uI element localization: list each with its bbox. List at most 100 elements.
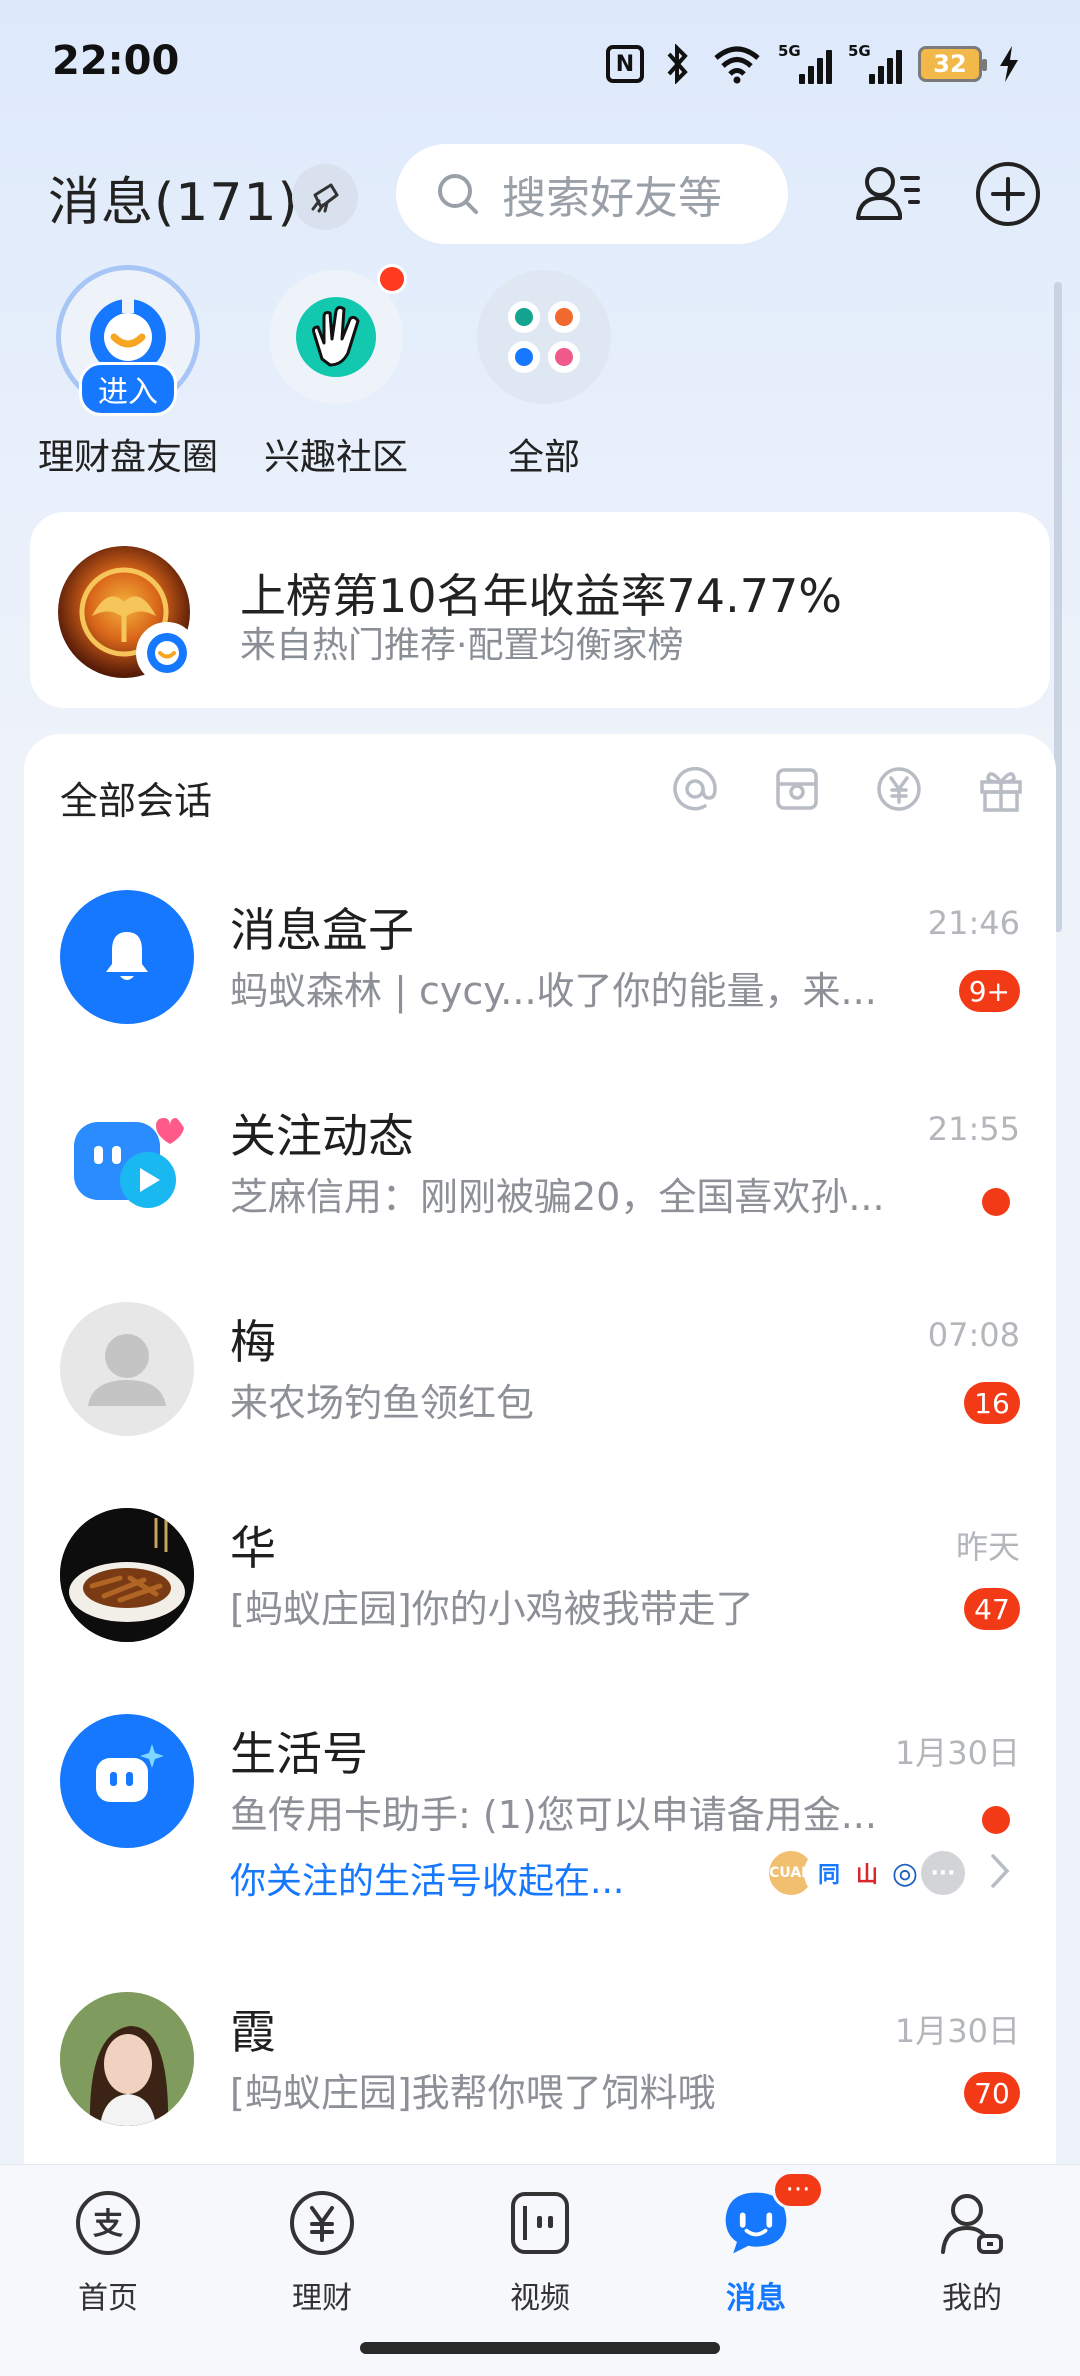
chevron-right-icon[interactable] [980, 1846, 1020, 1896]
messages-badge: ··· [772, 2171, 824, 2209]
video-icon [502, 2185, 578, 2261]
collapsed-accounts-link[interactable]: 你关注的生活号收起在... [230, 1852, 624, 1904]
conversation-item[interactable]: 生活号 1月30日 鱼传用卡助手: (1)您可以申请备用金... 你关注的生活号… [24, 1678, 1056, 1956]
promo-subtitle: 来自热门推荐·配置均衡家榜 [240, 625, 684, 666]
conversation-item[interactable]: 华 昨天 [蚂蚁庄园]你的小鸡被我带走了 47 [24, 1472, 1056, 1678]
ranking-promo-card[interactable]: 上榜第10名年收益率74.77% 来自热门推荐·配置均衡家榜 [30, 512, 1050, 708]
conversation-time: 07:08 [927, 1316, 1020, 1354]
svg-text:支: 支 [93, 2207, 123, 2242]
search-placeholder: 搜索好友等 [502, 173, 722, 224]
panel-title: 全部会话 [60, 779, 213, 823]
quick-app-all[interactable]: 全部 [444, 270, 644, 480]
default-user-icon [88, 1334, 166, 1406]
plus-circle-icon [976, 162, 1040, 226]
unread-badge: 70 [964, 2072, 1020, 2114]
avatar [60, 1096, 194, 1230]
panel-header: 全部会话 [24, 734, 1056, 854]
avatar [60, 1714, 194, 1848]
conversation-preview: 芝麻信用：刚刚被骗20，全国喜欢孙... [230, 1175, 885, 1219]
conversation-time: 21:46 [927, 904, 1020, 942]
all-apps-avatar [477, 270, 611, 404]
messages-icon: ··· [718, 2171, 824, 2261]
alipay-home-icon: 支 [70, 2185, 146, 2261]
follow-feed-icon [74, 1118, 184, 1208]
conversation-preview: 蚂蚁森林 | cycy...收了你的能量，来... [230, 969, 877, 1013]
unread-badge: 16 [964, 1382, 1020, 1424]
conversation-item[interactable]: 霞 1月30日 [蚂蚁庄园]我帮你喂了饲料哦 70 [24, 1956, 1056, 2162]
food-photo [60, 1508, 194, 1642]
tab-wealth[interactable]: 理财 [242, 2185, 402, 2317]
contacts-button[interactable] [848, 154, 928, 234]
tab-video[interactable]: 视频 [460, 2185, 620, 2317]
quick-app-label: 全部 [507, 437, 580, 478]
conversation-name: 消息盒子 [230, 903, 414, 957]
tab-label: 理财 [292, 2281, 352, 2316]
panel-filters [670, 764, 1026, 814]
signal-5g-icon: 5G [778, 42, 832, 86]
unread-badge: 9+ [958, 970, 1020, 1012]
status-time: 22:00 [52, 38, 180, 84]
hand-icon [296, 297, 376, 377]
wifi-icon [712, 44, 762, 84]
page-title: 消息(171) [48, 173, 299, 233]
conversation-preview: [蚂蚁庄园]我帮你喂了饲料哦 [230, 2071, 716, 2115]
at-icon [673, 766, 717, 811]
conversation-item[interactable]: 关注动态 21:55 芝麻信用：刚刚被骗20，全国喜欢孙... [24, 1060, 1056, 1266]
tab-label: 首页 [78, 2281, 138, 2316]
mention-filter-button[interactable] [670, 764, 720, 814]
yuan-icon [284, 2185, 360, 2261]
notification-dot [377, 264, 407, 294]
collapsed-account-icons: CUAN 同 山 ◎ ··· [766, 1848, 968, 1898]
tab-profile[interactable]: 我的 [892, 2185, 1052, 2317]
wealth-badge [136, 622, 198, 684]
tab-home[interactable]: 支 首页 [28, 2185, 188, 2317]
conversation-name: 华 [230, 1521, 276, 1575]
status-bar: 22:00 N 5G 5G 32 [0, 0, 1080, 130]
add-button[interactable] [968, 154, 1048, 234]
tab-messages[interactable]: ··· 消息 [676, 2171, 836, 2317]
card-icon [776, 768, 818, 810]
battery-icon: 32 [918, 46, 987, 82]
avatar [60, 1508, 194, 1642]
header: 消息(171) 搜索好友等 [0, 140, 1080, 250]
conversation-time: 1月30日 [894, 1734, 1020, 1772]
conversation-time: 21:55 [927, 1110, 1020, 1148]
card-filter-button[interactable] [772, 764, 822, 814]
avatar [60, 1302, 194, 1436]
bell-icon [106, 932, 148, 980]
broom-icon [311, 183, 339, 213]
tab-label: 消息 [726, 2281, 786, 2316]
payment-filter-button[interactable] [874, 764, 924, 814]
quick-app-wealth-circle[interactable]: 进入 理财盘友圈 [28, 270, 228, 480]
avatar [60, 1992, 194, 2126]
enter-label[interactable]: 进入 [79, 362, 177, 416]
tab-label: 视频 [510, 2281, 570, 2316]
apps-grid-icon [508, 301, 580, 373]
life-account-icon [96, 1744, 164, 1802]
quick-app-interest-community[interactable]: 兴趣社区 [236, 264, 436, 480]
search-icon [438, 174, 478, 214]
search-input[interactable]: 搜索好友等 [396, 144, 788, 244]
gift-filter-button[interactable] [976, 764, 1026, 814]
conversation-preview: 来农场钓鱼领红包 [230, 1381, 535, 1425]
unread-dot [982, 1188, 1010, 1216]
home-indicator[interactable] [360, 2342, 720, 2354]
yuan-icon [877, 767, 921, 811]
tab-label: 我的 [942, 2281, 1002, 2316]
conversation-name: 梅 [230, 1315, 276, 1369]
conversation-panel: 全部会话 消息盒子 21:46 蚂蚁森林 | cycy...收了你的能量，来..… [24, 734, 1056, 2194]
conversation-name: 霞 [230, 2005, 276, 2059]
nfc-icon: N [606, 45, 644, 83]
clean-unread-button[interactable] [292, 164, 358, 230]
conversation-preview: 鱼传用卡助手: (1)您可以申请备用金... [230, 1793, 877, 1837]
unread-badge: 47 [964, 1588, 1020, 1630]
conversation-item[interactable]: 消息盒子 21:46 蚂蚁森林 | cycy...收了你的能量，来... 9+ [24, 854, 1056, 1060]
quick-apps: 进入 理财盘友圈 兴趣社区 全部 [0, 264, 1080, 490]
conversation-item[interactable]: 梅 07:08 来农场钓鱼领红包 16 [24, 1266, 1056, 1472]
quick-app-label: 兴趣社区 [263, 437, 408, 478]
conversation-time: 1月30日 [894, 2012, 1020, 2050]
gift-icon [980, 772, 1022, 812]
conversation-preview: [蚂蚁庄园]你的小鸡被我带走了 [230, 1587, 754, 1631]
wealth-circle-avatar: 进入 [61, 270, 195, 416]
unread-dot [982, 1806, 1010, 1834]
